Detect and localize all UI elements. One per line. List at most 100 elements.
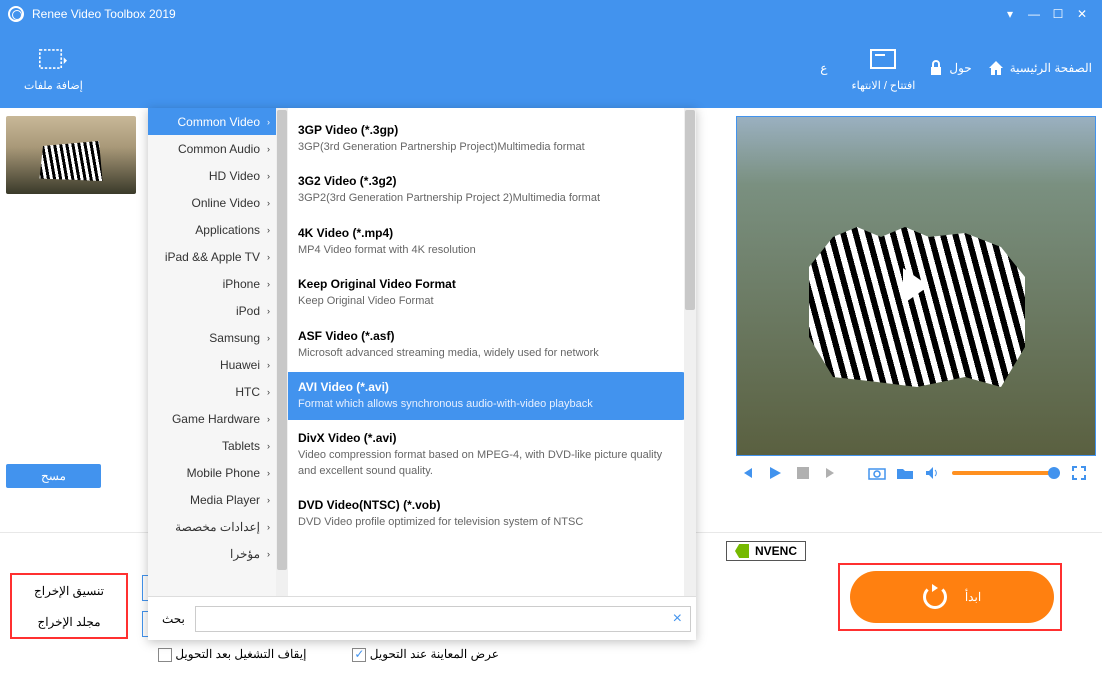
- about-label: حول: [949, 61, 971, 75]
- start-label: ابدأ: [965, 590, 981, 604]
- output-format-label: تنسيق الإخراج: [34, 584, 104, 598]
- category-label: iPhone: [223, 277, 260, 291]
- shutdown-checkbox[interactable]: إيقاف التشغيل بعد التحويل: [152, 647, 306, 662]
- format-search-bar: بحث ×: [148, 596, 696, 640]
- start-button[interactable]: ابدأ: [850, 571, 1054, 623]
- category-item[interactable]: Common Audio ›: [148, 135, 276, 162]
- format-title: DivX Video (*.avi): [298, 431, 672, 445]
- category-label: HD Video: [209, 169, 260, 183]
- chevron-right-icon: ›: [267, 117, 270, 127]
- category-label: HTC: [235, 385, 260, 399]
- minimize-icon[interactable]: —: [1022, 4, 1046, 24]
- category-item[interactable]: HTC›: [148, 378, 276, 405]
- format-desc: Microsoft advanced streaming media, wide…: [298, 346, 672, 361]
- nvenc-badge: NVENC: [726, 541, 806, 561]
- category-item[interactable]: Game Hardware›: [148, 405, 276, 432]
- app-title: Renee Video Toolbox 2019: [32, 7, 998, 21]
- player-controls: [736, 456, 1090, 490]
- chevron-right-icon: ›: [267, 414, 270, 424]
- preview-panel: [732, 108, 1102, 532]
- format-title: AVI Video (*.avi): [298, 380, 672, 394]
- chevron-right-icon: ›: [267, 279, 270, 289]
- format-scrollbar-right[interactable]: [684, 108, 696, 596]
- maximize-icon[interactable]: ☐: [1046, 4, 1070, 24]
- format-desc: MP4 Video format with 4K resolution: [298, 243, 672, 258]
- format-desc: 3GP2(3rd Generation Partnership Project …: [298, 191, 672, 206]
- preview-checkbox[interactable]: عرض المعاينة عند التحويل: [346, 647, 498, 662]
- volume-slider[interactable]: [952, 471, 1060, 475]
- open-close-button[interactable]: افتتاح / الانتهاء: [851, 45, 915, 92]
- folder-open-icon[interactable]: [896, 464, 914, 482]
- chevron-right-icon: ›: [267, 468, 270, 478]
- close-icon[interactable]: ✕: [1070, 4, 1094, 24]
- category-item[interactable]: Huawei›: [148, 351, 276, 378]
- output-folder-label: مجلد الإخراج: [37, 615, 100, 629]
- homepage-label: الصفحة الرئيسية: [1010, 61, 1092, 75]
- play-overlay-icon[interactable]: [903, 268, 929, 304]
- category-item[interactable]: iPhone ›: [148, 270, 276, 297]
- format-dropdown: Common Video›Common Audio›HD Video›Onlin…: [148, 108, 696, 640]
- format-desc: Video compression format based on MPEG-4…: [298, 448, 672, 479]
- file-list-panel: مسح: [0, 108, 148, 532]
- category-item[interactable]: HD Video ›: [148, 162, 276, 189]
- category-item[interactable]: مؤخرا ›: [148, 540, 276, 567]
- format-title: 3G2 Video (*.3g2): [298, 174, 672, 188]
- format-item[interactable]: DivX Video (*.avi) Video compression form…: [284, 423, 686, 487]
- format-scrollbar[interactable]: [276, 108, 288, 596]
- fullscreen-icon[interactable]: [1070, 464, 1088, 482]
- chevron-right-icon: ›: [267, 171, 270, 181]
- chevron-right-icon: ›: [267, 144, 270, 154]
- stop-icon[interactable]: [794, 464, 812, 482]
- refresh-icon: [923, 585, 947, 609]
- format-title: 4K Video (*.mp4): [298, 226, 672, 240]
- category-item[interactable]: Common Video ›: [148, 108, 276, 135]
- video-preview[interactable]: [736, 116, 1096, 456]
- chevron-right-icon: ›: [267, 225, 270, 235]
- clear-search-icon[interactable]: ×: [673, 610, 682, 628]
- about-button[interactable]: حول: [929, 60, 971, 76]
- category-item[interactable]: Media Player›: [148, 486, 276, 513]
- film-add-icon: [39, 45, 67, 73]
- next-icon[interactable]: [822, 464, 840, 482]
- category-label: Online Video: [192, 196, 261, 210]
- format-item[interactable]: DVD Video(NTSC) (*.vob)DVD Video profile…: [284, 490, 686, 538]
- format-item[interactable]: ASF Video (*.asf)Microsoft advanced stre…: [284, 321, 686, 369]
- category-label: مؤخرا: [230, 547, 260, 561]
- format-desc: Keep Original Video Format: [298, 294, 672, 309]
- dropdown-window-icon[interactable]: ▾: [998, 4, 1022, 24]
- card-icon: [869, 45, 897, 73]
- add-files-button[interactable]: إضافة ملفات: [24, 45, 83, 92]
- chevron-right-icon: ›: [267, 549, 270, 559]
- camera-icon[interactable]: [868, 464, 886, 482]
- category-label: Common Video: [178, 115, 261, 129]
- category-item[interactable]: إعدادات مخصصة›: [148, 513, 276, 540]
- format-item[interactable]: 3G2 Video (*.3g2) 3GP2(3rd Generation Par…: [284, 166, 686, 214]
- home-icon: [988, 60, 1004, 76]
- category-list: Common Video›Common Audio›HD Video›Onlin…: [148, 108, 276, 640]
- category-item[interactable]: Online Video ›: [148, 189, 276, 216]
- video-thumbnail[interactable]: [6, 116, 136, 194]
- search-input[interactable]: [195, 606, 691, 632]
- homepage-button[interactable]: الصفحة الرئيسية: [988, 60, 1092, 76]
- volume-icon[interactable]: [924, 464, 942, 482]
- category-item[interactable]: iPod›: [148, 297, 276, 324]
- category-item[interactable]: iPad && Apple TV›: [148, 243, 276, 270]
- prev-icon[interactable]: [738, 464, 756, 482]
- category-item[interactable]: Mobile Phone›: [148, 459, 276, 486]
- chevron-right-icon: ›: [267, 198, 270, 208]
- format-item[interactable]: Keep Original Video FormatKeep Original …: [284, 269, 686, 317]
- category-item[interactable]: Samsung›: [148, 324, 276, 351]
- format-item[interactable]: AVI Video (*.avi)Format which allows syn…: [284, 372, 686, 420]
- play-icon[interactable]: [766, 464, 784, 482]
- format-item[interactable]: 3GP Video (*.3gp)3GP(3rd Generation Part…: [284, 115, 686, 163]
- preview-label: عرض المعاينة عند التحويل: [370, 647, 499, 661]
- format-item[interactable]: 4K Video (*.mp4) MP4 Video format with 4K…: [284, 218, 686, 266]
- format-title: DVD Video(NTSC) (*.vob): [298, 498, 672, 512]
- category-item[interactable]: Applications›: [148, 216, 276, 243]
- category-label: Common Audio: [178, 142, 260, 156]
- clear-button[interactable]: مسح: [6, 464, 101, 488]
- app-logo-icon: [8, 6, 24, 22]
- chevron-right-icon: ›: [267, 333, 270, 343]
- category-item[interactable]: Tablets›: [148, 432, 276, 459]
- chevron-right-icon: ›: [267, 252, 270, 262]
